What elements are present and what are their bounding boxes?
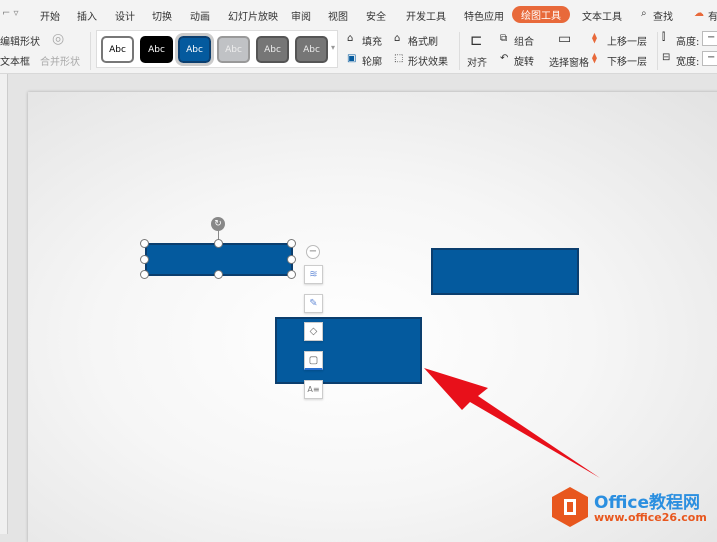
- red-arrow-annotation: [424, 368, 600, 478]
- watermark-title: Office教程网: [594, 493, 701, 513]
- logo-mark: [564, 499, 576, 515]
- arrow-shape: [424, 368, 600, 478]
- watermark-url: www.office26.com: [594, 511, 707, 524]
